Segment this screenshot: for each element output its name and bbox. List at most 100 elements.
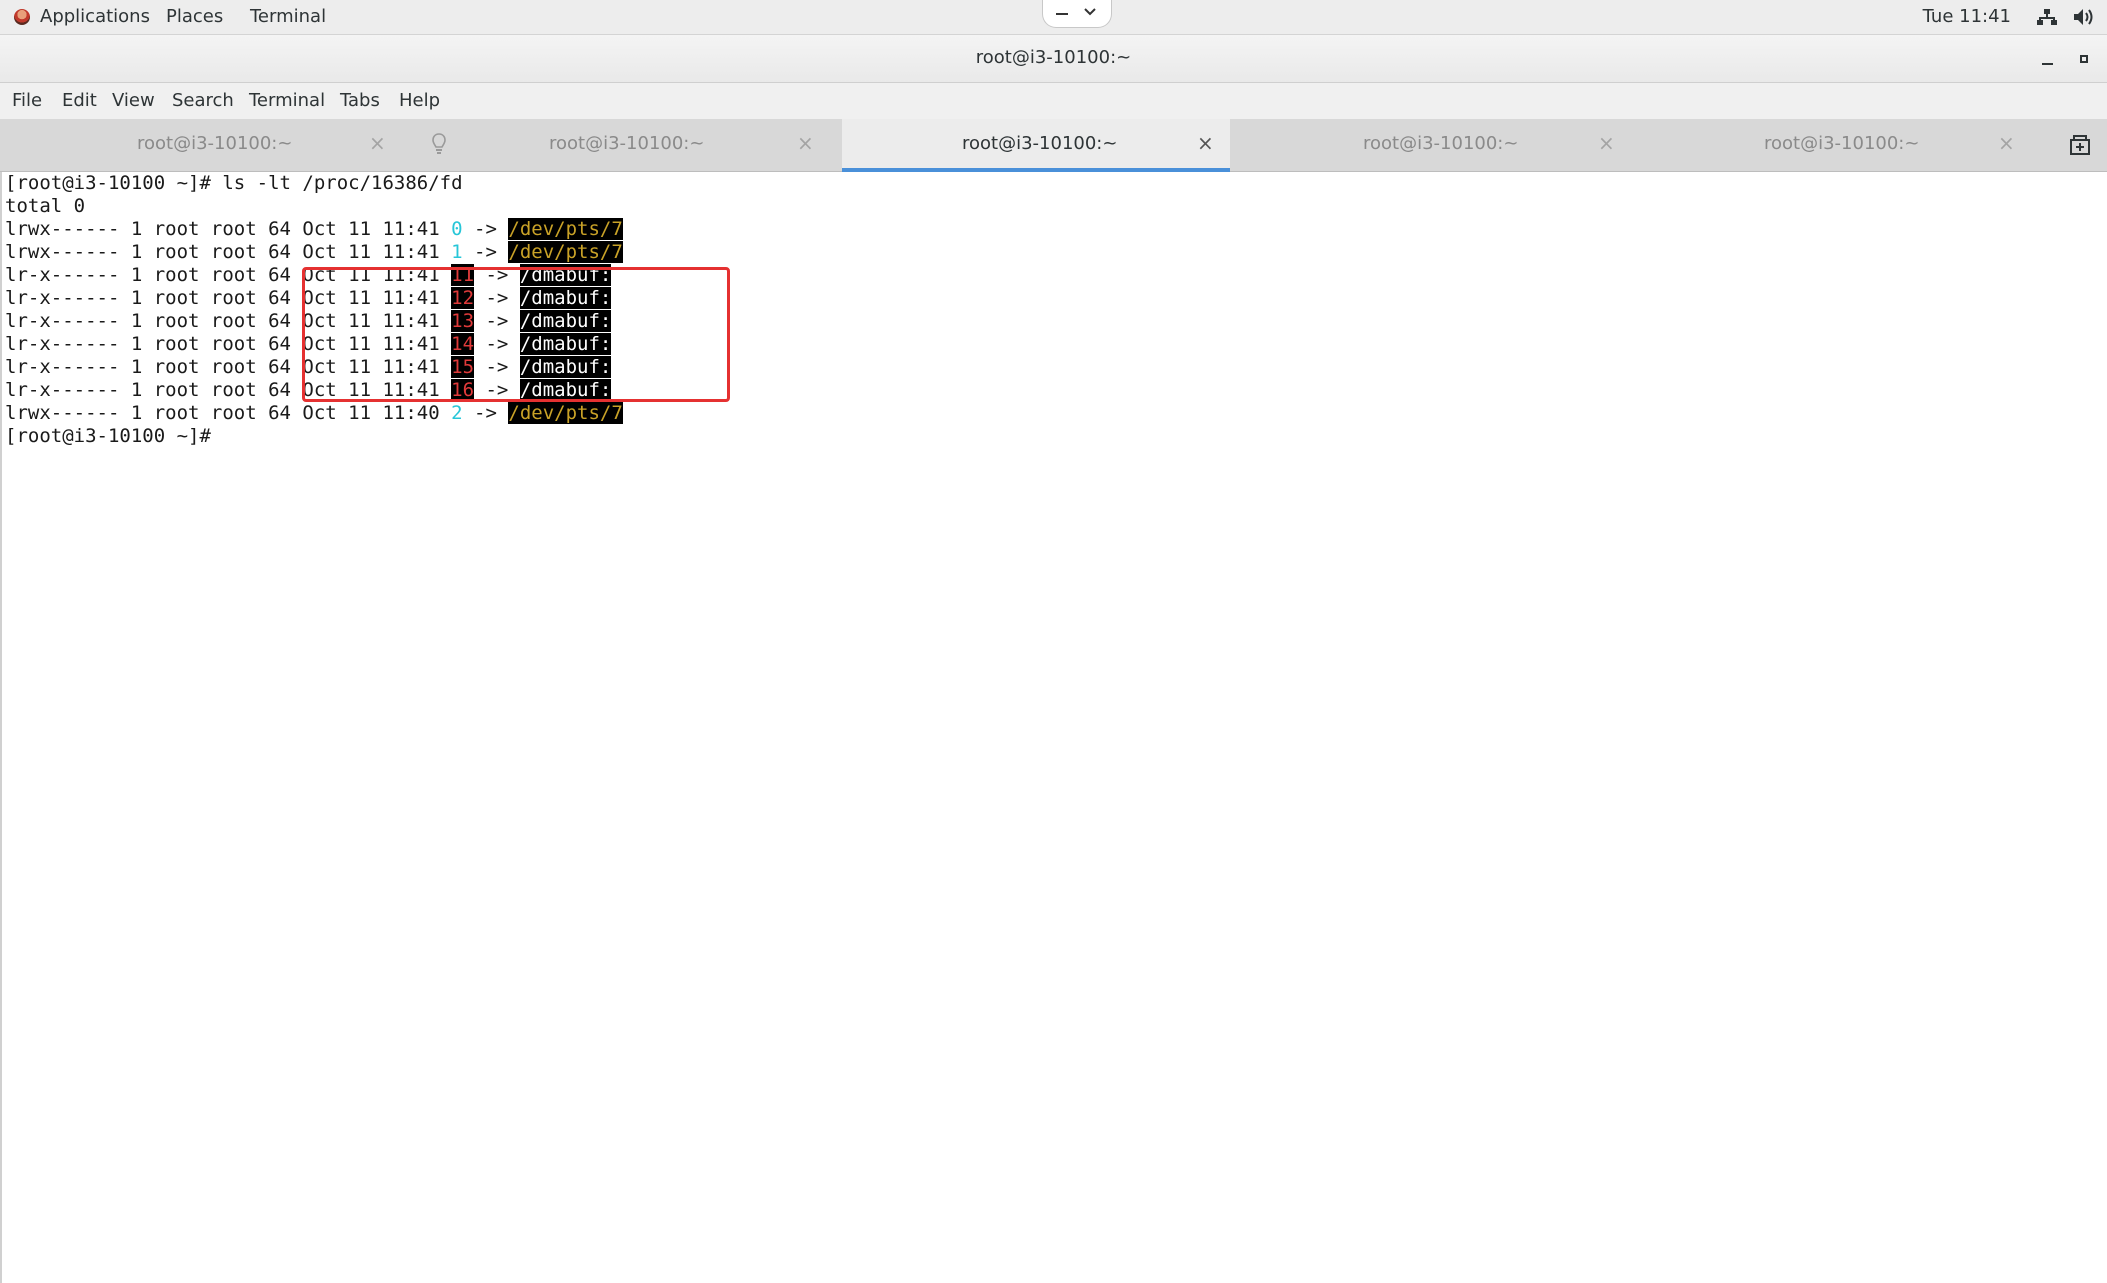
close-icon[interactable]: × [1197,131,1214,155]
shell-prompt[interactable]: [root@i3-10100 ~]# [5,425,623,448]
fd-entry-row: lrwx------ 1 root root 64 Oct 11 11:41 1… [5,241,623,264]
places-menu[interactable]: Places [166,6,223,27]
new-tab-icon[interactable] [2069,134,2091,156]
terminal-app-menu[interactable]: Terminal [250,6,326,27]
entry-fd: 14 [451,333,475,355]
total-line: total 0 [5,195,86,217]
entry-date: Oct 11 11:41 [302,333,440,355]
entry-arrow: -> [474,356,520,378]
window-minimize-button[interactable] [2042,63,2053,65]
entry-arrow: -> [462,218,509,240]
tab-2[interactable]: root@i3-10100:~ × [460,119,840,172]
entry-date: Oct 11 11:41 [302,310,440,332]
terminal-output: [root@i3-10100 ~]# ls -lt /proc/16386/fd… [5,172,623,448]
entry-arrow: -> [462,402,509,424]
terminal-view[interactable]: [root@i3-10100 ~]# ls -lt /proc/16386/fd… [0,172,2107,1283]
entry-fd: 0 [451,218,463,240]
tab-4[interactable]: root@i3-10100:~ × [1232,119,1632,172]
entry-target: /dev/pts/7 [508,402,623,424]
entry-target: /dmabuf: [519,310,612,332]
entry-date: Oct 11 11:41 [302,241,440,263]
fd-entry-row: lr-x------ 1 root root 64 Oct 11 11:41 1… [5,379,623,402]
entry-meta: lr-x------ 1 root root 64 [5,287,303,309]
entry-arrow: -> [474,379,520,401]
entry-meta: lr-x------ 1 root root 64 [5,333,303,355]
window-switcher-pill[interactable] [1042,0,1112,28]
entry-target: /dmabuf: [519,264,612,286]
tab-3[interactable]: root@i3-10100:~ × [842,119,1230,172]
entry-meta: lrwx------ 1 root root 64 [5,241,303,263]
entry-date: Oct 11 11:41 [302,356,440,378]
entry-arrow: -> [474,333,520,355]
window-title-bar[interactable]: root@i3-10100:~ [0,35,2107,83]
fd-entry-row: lr-x------ 1 root root 64 Oct 11 11:41 1… [5,264,623,287]
entry-target: /dmabuf: [519,356,612,378]
tab-label: root@i3-10100:~ [1363,133,1519,154]
entry-target: /dev/pts/7 [508,241,623,263]
tab-label: root@i3-10100:~ [1764,133,1920,154]
entry-fd: 16 [451,379,475,401]
menu-tabs[interactable]: Tabs [340,90,380,111]
entry-target: /dev/pts/7 [508,218,623,240]
tab-label: root@i3-10100:~ [549,133,705,154]
menu-help[interactable]: Help [399,90,440,111]
entry-fd: 2 [451,402,463,424]
entry-arrow: -> [474,287,520,309]
window-title: root@i3-10100:~ [975,47,1132,68]
entry-meta: lr-x------ 1 root root 64 [5,356,303,378]
entry-arrow: -> [474,310,520,332]
entry-date: Oct 11 11:41 [302,379,440,401]
entry-date: Oct 11 11:40 [302,402,440,424]
entry-date: Oct 11 11:41 [302,218,440,240]
clock[interactable]: Tue 11:41 [1923,6,2011,27]
entry-meta: lr-x------ 1 root root 64 [5,264,303,286]
audio-volume-icon[interactable] [2073,8,2095,26]
entry-date: Oct 11 11:41 [302,264,440,286]
minimize-icon [1056,13,1068,15]
entry-fd: 11 [451,264,475,286]
entry-fd: 13 [451,310,475,332]
tab-1[interactable]: root@i3-10100:~ × [0,119,408,172]
close-icon[interactable]: × [1998,131,2015,155]
tab-label: root@i3-10100:~ [137,133,293,154]
entry-meta: lr-x------ 1 root root 64 [5,310,303,332]
fd-entry-row: lr-x------ 1 root root 64 Oct 11 11:41 1… [5,287,623,310]
gnome-foot-icon [14,9,30,25]
applications-menu[interactable]: Applications [40,6,150,27]
entry-fd: 1 [451,241,463,263]
tab-label: root@i3-10100:~ [962,133,1118,154]
entry-target: /dmabuf: [519,333,612,355]
menu-bar: File Edit View Search Terminal Tabs Help [0,83,2107,119]
entry-target: /dmabuf: [519,287,612,309]
menu-file[interactable]: File [12,90,42,111]
fd-entry-row: lr-x------ 1 root root 64 Oct 11 11:41 1… [5,356,623,379]
entry-meta: lr-x------ 1 root root 64 [5,379,303,401]
menu-edit[interactable]: Edit [62,90,97,111]
network-wired-icon[interactable] [2037,8,2057,26]
fd-entry-row: lrwx------ 1 root root 64 Oct 11 11:41 0… [5,218,623,241]
close-icon[interactable]: × [797,131,814,155]
fd-entry-row: lrwx------ 1 root root 64 Oct 11 11:40 2… [5,402,623,425]
entry-meta: lrwx------ 1 root root 64 [5,402,303,424]
command-line: [root@i3-10100 ~]# ls -lt /proc/16386/fd [5,172,463,194]
close-icon[interactable]: × [1598,131,1615,155]
window-maximize-button[interactable] [2080,55,2088,63]
entry-arrow: -> [474,264,520,286]
tab-bar: root@i3-10100:~ × root@i3-10100:~ × root… [0,119,2107,172]
bell-icon [432,133,446,154]
tab-5[interactable]: root@i3-10100:~ × [1634,119,2034,172]
entry-fd: 12 [451,287,475,309]
fd-entry-row: lr-x------ 1 root root 64 Oct 11 11:41 1… [5,310,623,333]
entry-meta: lrwx------ 1 root root 64 [5,218,303,240]
entry-target: /dmabuf: [519,379,612,401]
entry-arrow: -> [462,241,509,263]
menu-view[interactable]: View [112,90,155,111]
fd-entry-row: lr-x------ 1 root root 64 Oct 11 11:41 1… [5,333,623,356]
menu-terminal[interactable]: Terminal [249,90,325,111]
gnome-top-bar: Applications Places Terminal Tue 11:41 [0,0,2107,35]
entry-fd: 15 [451,356,475,378]
close-icon[interactable]: × [369,131,386,155]
menu-search[interactable]: Search [172,90,234,111]
chevron-down-icon [1084,8,1096,16]
entry-date: Oct 11 11:41 [302,287,440,309]
